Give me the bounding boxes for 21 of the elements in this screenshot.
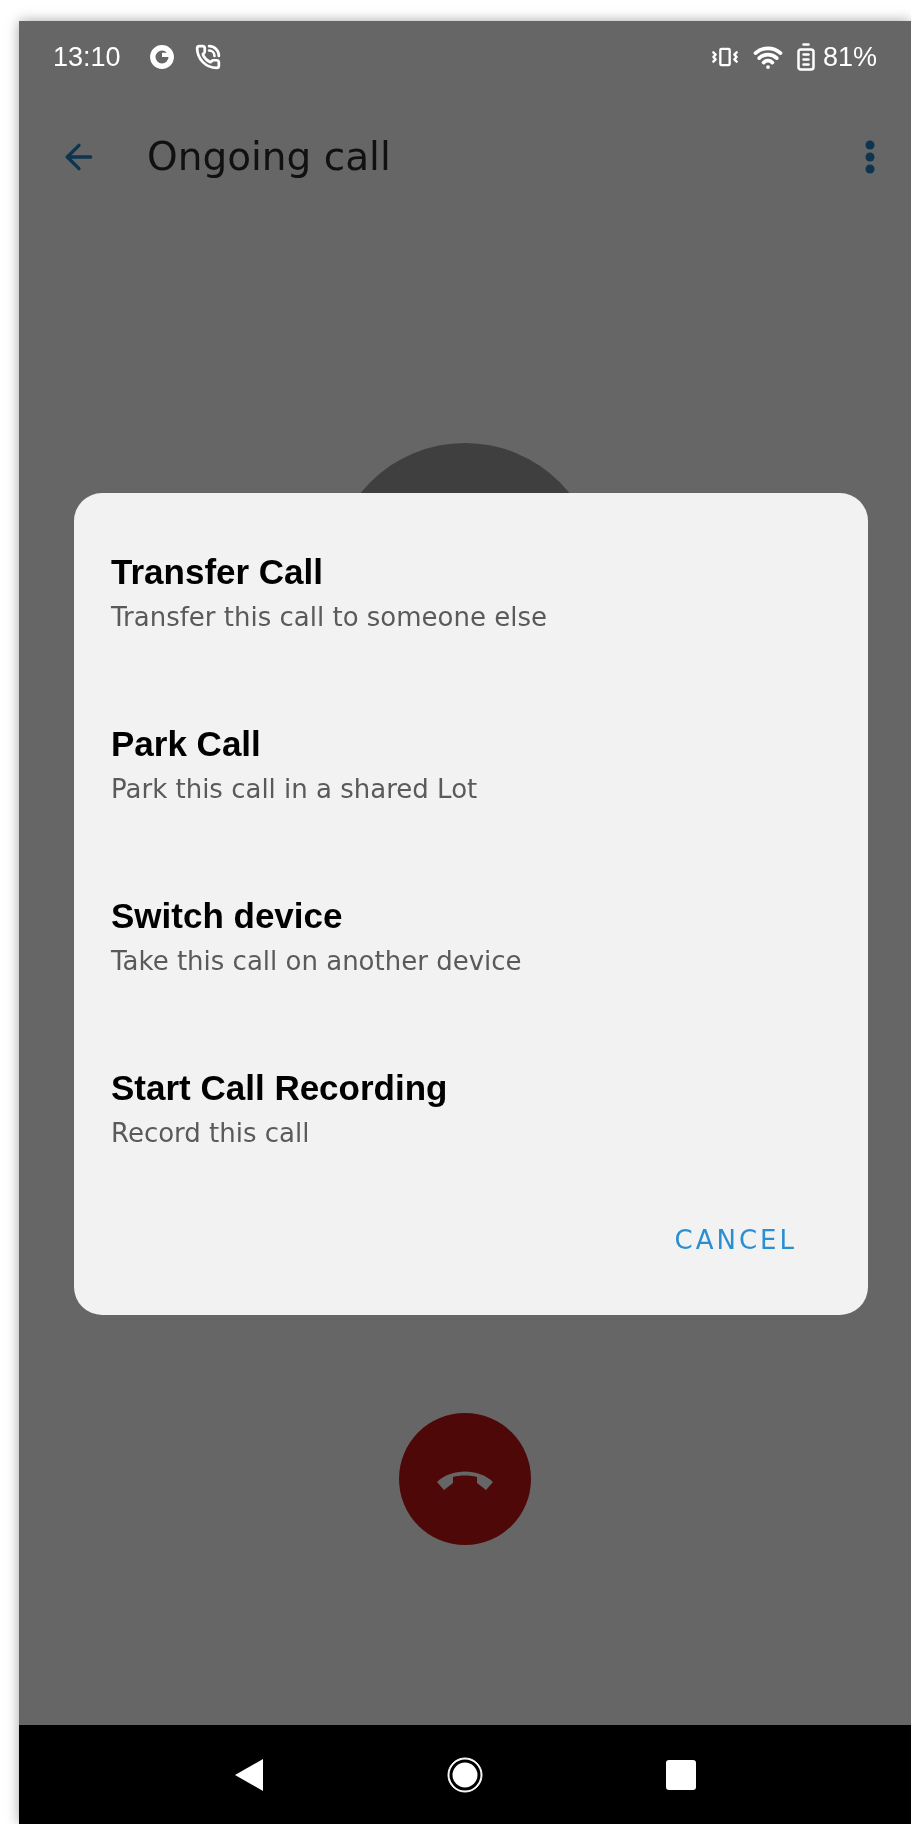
option-description: Take this call on another device	[111, 945, 522, 978]
status-time: 13:10	[53, 40, 121, 74]
phone-call-icon	[194, 44, 221, 70]
app-title: Ongoing call	[147, 132, 391, 181]
option-description: Record this call	[111, 1117, 311, 1150]
back-triangle-icon[interactable]	[233, 1757, 265, 1792]
dialog-option[interactable]: Transfer Call Transfer this call to someone else	[111, 551, 547, 635]
dialog-option[interactable]: Switch device Take this call on another device	[111, 895, 522, 979]
more-vertical-icon	[865, 140, 875, 174]
option-title: Transfer Call	[111, 551, 325, 593]
home-circle-icon[interactable]	[445, 1754, 485, 1795]
battery-percent: 81%	[822, 40, 877, 74]
dialog-option[interactable]: Park Call Park this call in a shared Lot	[111, 723, 478, 807]
option-description: Park this call in a shared Lot	[111, 773, 478, 806]
option-description: Transfer this call to someone else	[111, 601, 547, 634]
option-title: Switch device	[111, 895, 344, 937]
option-title: Park Call	[111, 723, 262, 765]
option-title: Start Call Recording	[111, 1067, 448, 1109]
dialog-option[interactable]: Start Call Recording Record this call	[111, 1067, 448, 1151]
g-logo-icon	[148, 44, 175, 70]
square-icon[interactable]	[665, 1758, 697, 1791]
